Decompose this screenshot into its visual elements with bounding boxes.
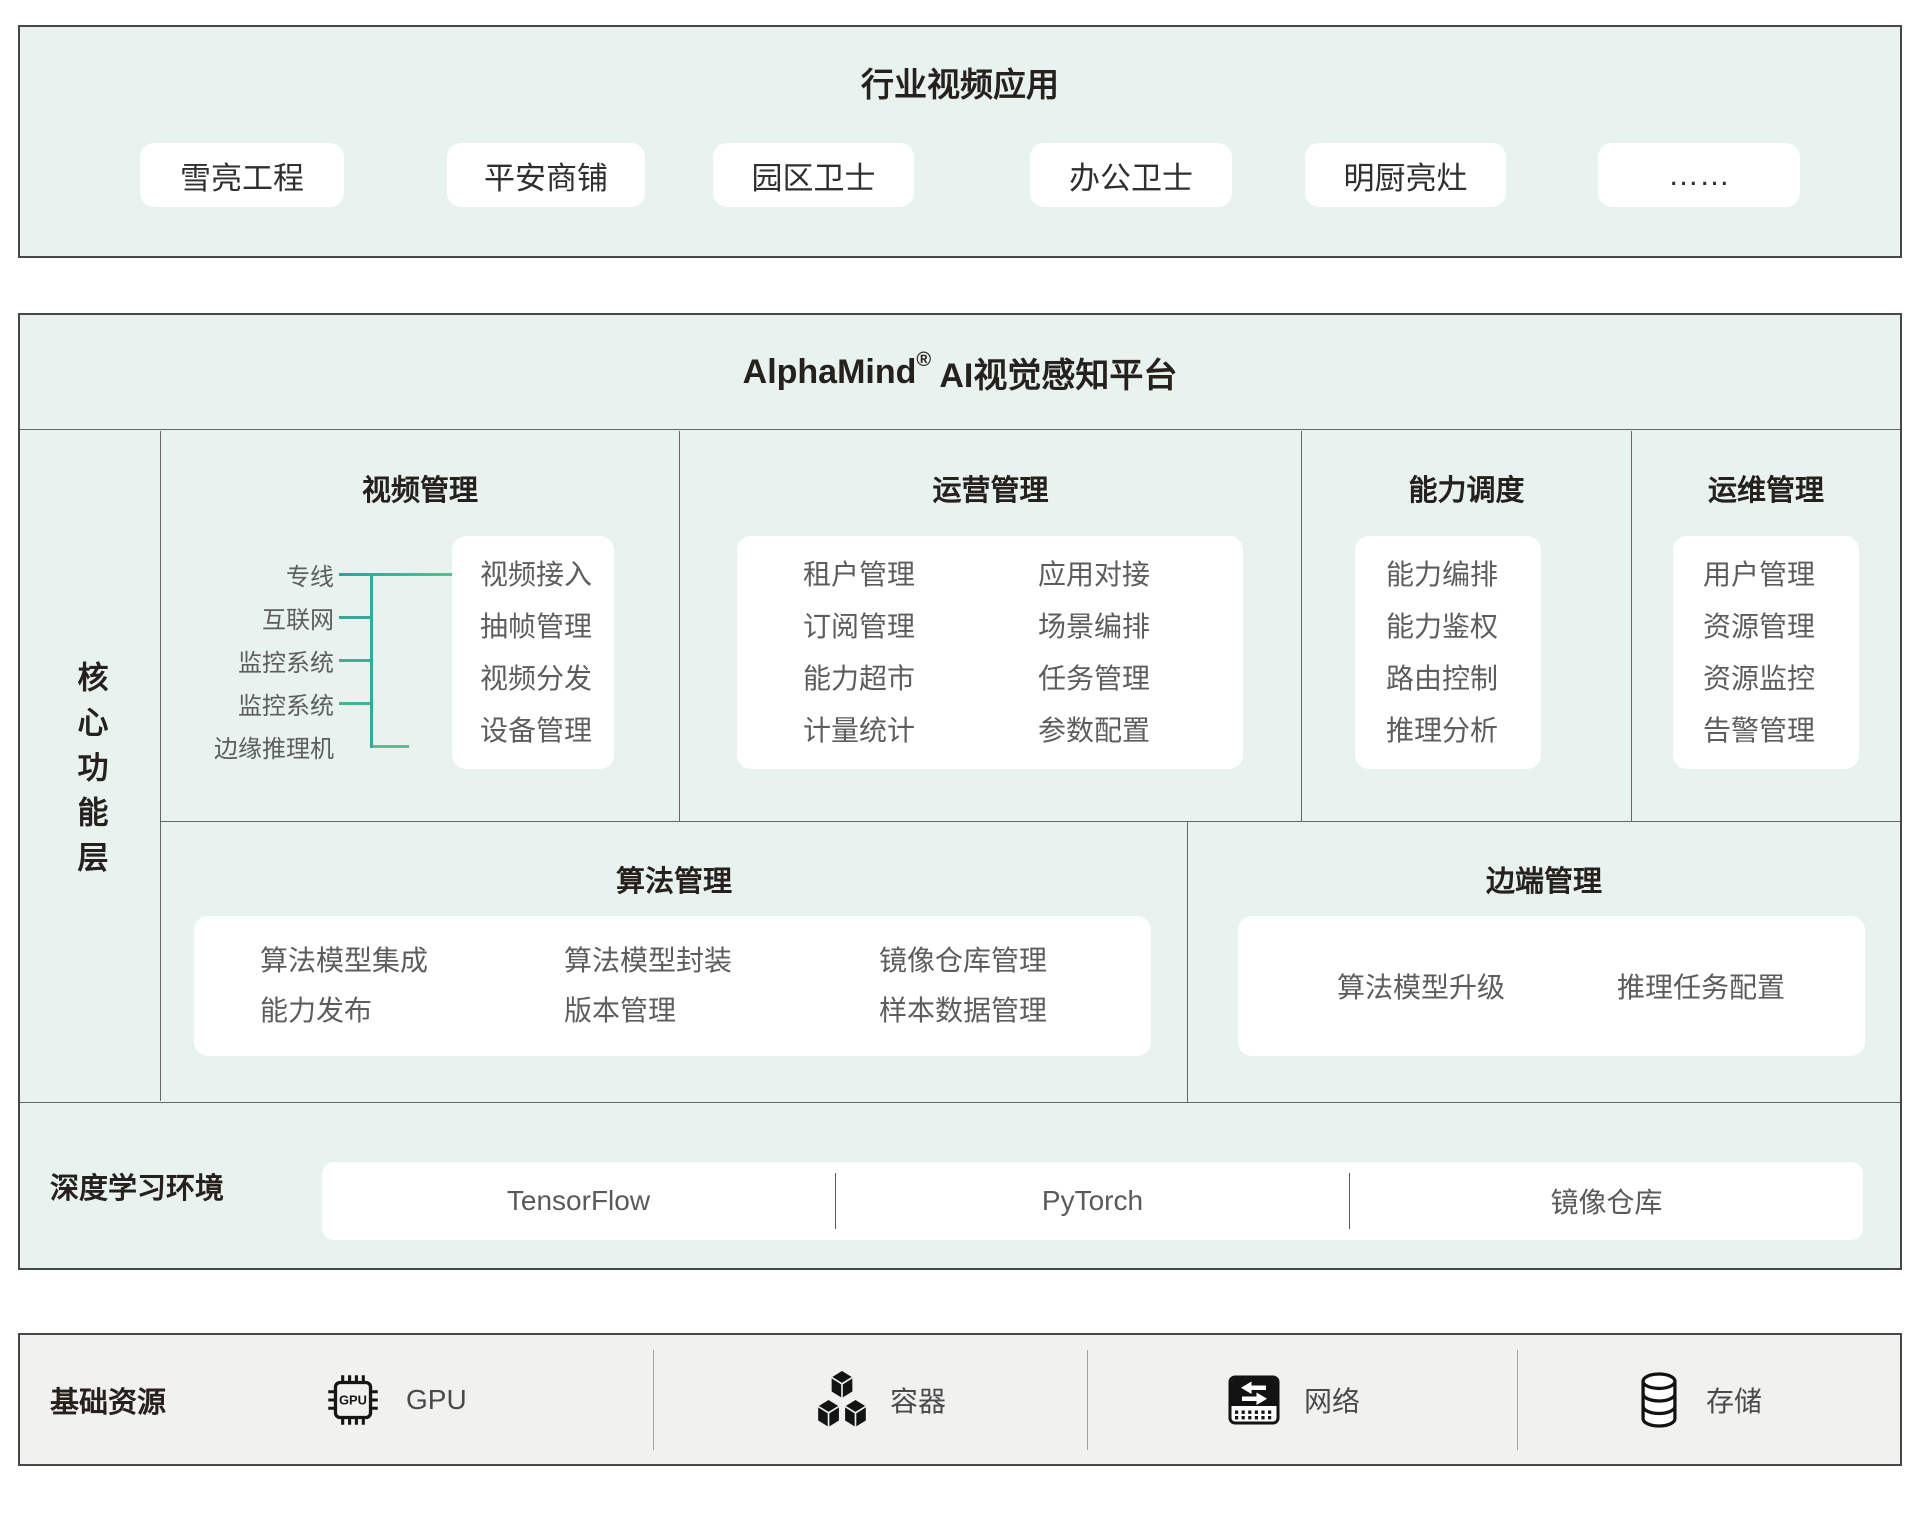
resource-gpu: GPU GPU (320, 1335, 467, 1464)
operations-item: 参数配置 (1038, 715, 1150, 747)
vertical-divider (653, 1350, 654, 1450)
gpu-chip-text: GPU (339, 1392, 367, 1407)
ops-maintenance-box: 用户管理 资源管理 资源监控 告警管理 (1673, 536, 1859, 769)
platform-brand: AlphaMind (743, 353, 917, 392)
video-source-label: 边缘推理机 (214, 725, 334, 768)
algorithm-management-box: 算法模型集成 能力发布 算法模型封装 版本管理 镜像仓库管理 样本数据管理 (194, 916, 1151, 1056)
edge-management-box: 算法模型升级 推理任务配置 (1238, 916, 1865, 1056)
module-capability-scheduling: 能力调度 能力编排 能力鉴权 路由控制 推理分析 (1301, 431, 1631, 821)
resource-label: GPU (406, 1384, 467, 1416)
capability-scheduling-box: 能力编排 能力鉴权 路由控制 推理分析 (1355, 536, 1541, 769)
operations-item: 场景编排 (1038, 611, 1150, 643)
video-source-list: 专线 互联网 监控系统 监控系统 边缘推理机 (161, 553, 334, 768)
video-item: 视频接入 (480, 559, 614, 591)
operations-management-box: 租户管理 订阅管理 能力超市 计量统计 应用对接 场景编排 任务管理 参数配置 (737, 536, 1243, 769)
resource-label: 存储 (1706, 1380, 1762, 1420)
module-ops-maintenance: 运维管理 用户管理 资源管理 资源监控 告警管理 (1631, 431, 1900, 821)
video-management-title: 视频管理 (161, 467, 679, 509)
platform-title-rest: AI视觉感知平台 (931, 348, 1177, 397)
video-source-label: 互联网 (262, 596, 334, 639)
platform-panel: AlphaMind® AI视觉感知平台 核心功能层 视频管理 专线 互联网 监控… (18, 313, 1902, 1270)
app-chip-more: …… (1598, 143, 1800, 207)
algorithm-item: 镜像仓库管理 (879, 945, 1047, 977)
video-source-label: 专线 (286, 553, 334, 596)
capability-item: 推理分析 (1386, 715, 1541, 747)
algorithm-item: 能力发布 (260, 995, 428, 1027)
industry-apps-title: 行业视频应用 (20, 65, 1900, 105)
om-item: 资源监控 (1703, 663, 1859, 695)
om-item: 资源管理 (1703, 611, 1859, 643)
core-layer-sidebar: 核心功能层 (20, 431, 161, 1101)
ops-maintenance-title: 运维管理 (1632, 467, 1900, 509)
capability-scheduling-title: 能力调度 (1302, 467, 1631, 509)
video-item: 抽帧管理 (480, 611, 614, 643)
resource-network: 网络 (1224, 1335, 1360, 1464)
dl-environment-label: 深度学习环境 (50, 1103, 224, 1268)
module-edge-management: 边端管理 算法模型升级 推理任务配置 (1187, 822, 1900, 1102)
bottom-modules-row: 算法管理 算法模型集成 能力发布 算法模型封装 版本管理 镜像仓库管理 样本数据… (161, 821, 1900, 1102)
operations-item: 能力超市 (803, 663, 915, 695)
operations-item: 应用对接 (1038, 559, 1150, 591)
om-item: 用户管理 (1703, 559, 1859, 591)
algorithm-item: 算法模型封装 (564, 945, 732, 977)
platform-title: AlphaMind® AI视觉感知平台 (20, 315, 1900, 430)
resource-storage: 存储 (1632, 1335, 1762, 1464)
resource-label: 容器 (890, 1380, 946, 1420)
industry-apps-panel: 行业视频应用 雪亮工程 平安商铺 园区卫士 办公卫士 明厨亮灶 …… (18, 25, 1902, 258)
app-chip-bangong: 办公卫士 (1030, 143, 1232, 207)
algorithm-item: 算法模型集成 (260, 945, 428, 977)
app-chip-yuanqu: 园区卫士 (713, 143, 914, 207)
operations-item: 任务管理 (1038, 663, 1150, 695)
video-item: 设备管理 (480, 715, 614, 747)
vertical-divider (1087, 1350, 1088, 1450)
dl-env-pytorch: PyTorch (836, 1185, 1349, 1217)
container-icon (814, 1371, 870, 1429)
edge-item: 算法模型升级 (1337, 916, 1505, 1056)
module-operations-management: 运营管理 租户管理 订阅管理 能力超市 计量统计 应用对接 场景编排 任务管理 … (679, 431, 1301, 821)
capability-item: 路由控制 (1386, 663, 1541, 695)
video-item: 视频分发 (480, 663, 614, 695)
edge-management-title: 边端管理 (1188, 858, 1900, 900)
resource-container: 容器 (814, 1335, 946, 1464)
gpu-icon: GPU (320, 1367, 386, 1433)
dl-env-tensorflow: TensorFlow (322, 1185, 835, 1217)
module-algorithm-management: 算法管理 算法模型集成 能力发布 算法模型封装 版本管理 镜像仓库管理 样本数据… (161, 822, 1187, 1102)
base-resources-label: 基础资源 (50, 1335, 166, 1464)
dl-environment-box: TensorFlow PyTorch 镜像仓库 (322, 1162, 1863, 1240)
app-chip-pingan: 平安商铺 (447, 143, 645, 207)
storage-icon (1632, 1369, 1686, 1431)
algorithm-management-title: 算法管理 (161, 858, 1187, 900)
resource-label: 网络 (1304, 1380, 1360, 1420)
video-source-label: 监控系统 (238, 682, 334, 725)
video-source-label: 监控系统 (238, 639, 334, 682)
operations-item: 租户管理 (803, 559, 915, 591)
dl-env-registry: 镜像仓库 (1350, 1181, 1863, 1221)
om-item: 告警管理 (1703, 715, 1859, 747)
video-management-box: 视频接入 抽帧管理 视频分发 设备管理 (452, 536, 614, 769)
app-chip-mingchu: 明厨亮灶 (1305, 143, 1506, 207)
algorithm-item: 样本数据管理 (879, 995, 1047, 1027)
operations-item: 订阅管理 (803, 611, 915, 643)
module-video-management: 视频管理 专线 互联网 监控系统 监控系统 边缘推理机 视频接入 抽帧管理 (161, 431, 679, 821)
edge-item: 推理任务配置 (1617, 916, 1785, 1056)
capability-item: 能力编排 (1386, 559, 1541, 591)
operations-management-title: 运营管理 (680, 467, 1301, 509)
base-resources-panel: 基础资源 GPU GPU (18, 1333, 1902, 1466)
operations-item: 计量统计 (803, 715, 915, 747)
app-chip-xueliang: 雪亮工程 (140, 143, 344, 207)
dl-environment-row: 深度学习环境 TensorFlow PyTorch 镜像仓库 (20, 1102, 1900, 1268)
network-icon (1224, 1370, 1284, 1430)
algorithm-item: 版本管理 (564, 995, 732, 1027)
registered-mark: ® (916, 349, 931, 372)
vertical-divider (1517, 1350, 1518, 1450)
capability-item: 能力鉴权 (1386, 611, 1541, 643)
core-layer-label: 核心功能层 (68, 661, 113, 886)
